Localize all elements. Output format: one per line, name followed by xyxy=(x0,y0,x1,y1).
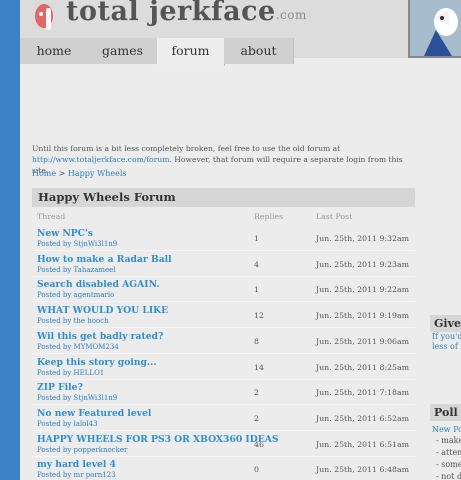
column-header-replies: Replies xyxy=(254,212,284,221)
tab-home[interactable]: home xyxy=(20,38,89,64)
thread-row[interactable]: Keep this story going... Posted by HELLO… xyxy=(32,355,415,380)
tab-about[interactable]: about xyxy=(224,38,294,64)
poll-link[interactable]: New Po xyxy=(430,425,461,435)
give-feedback-text-2[interactable]: less of m xyxy=(430,342,461,352)
thread-last-post: Jun. 25th, 2011 9:06am xyxy=(316,337,410,346)
thread-author[interactable]: Posted by lalol43 xyxy=(37,420,98,428)
thread-author[interactable]: Posted by mr porn123 xyxy=(37,471,116,479)
thread-row[interactable]: No new Featured level Posted by lalol43 … xyxy=(32,406,415,431)
give-feedback-box: Give F If you'd l less of m xyxy=(430,315,461,352)
thread-last-post: Jun. 25th, 2011 6:48am xyxy=(316,465,410,474)
tab-games-label: games xyxy=(101,43,144,58)
thread-author[interactable]: Posted by the hooch xyxy=(37,317,109,325)
thread-title[interactable]: New NPC's xyxy=(37,228,93,239)
thread-replies: 1 xyxy=(254,285,259,294)
thread-last-post: Jun. 25th, 2011 9:19am xyxy=(316,311,410,320)
thread-row[interactable]: my hard level 4 Posted by mr porn123 0 J… xyxy=(32,457,415,480)
tab-forum-label: forum xyxy=(171,43,210,58)
thread-replies: 2 xyxy=(254,388,259,397)
thread-author[interactable]: Posted by StjnWi3l1n9 xyxy=(37,394,117,402)
thread-last-post: Jun. 25th, 2011 9:23am xyxy=(316,260,410,269)
thread-last-post: Jun. 25th, 2011 6:51am xyxy=(316,440,410,449)
site-logo[interactable]: total jerkface.com xyxy=(66,0,307,27)
thread-title[interactable]: Search disabled AGAIN. xyxy=(37,279,160,290)
thread-replies: 0 xyxy=(254,465,259,474)
poll-box: Poll New Po - make - atten - some - not … xyxy=(430,404,461,480)
breadcrumb-home[interactable]: Home xyxy=(32,169,56,178)
thread-row[interactable]: HAPPY WHEELS FOR PS3 OR XBOX360 IDEAS Po… xyxy=(32,432,415,457)
column-header-thread: Thread xyxy=(37,212,66,221)
column-header-last-post: Last Post xyxy=(316,212,353,221)
thread-row[interactable]: WHAT WOULD YOU LIKE Posted by the hooch … xyxy=(32,303,415,328)
thread-row[interactable]: Wil this get badly rated? Posted by MYMO… xyxy=(32,329,415,354)
logo-domain: .com xyxy=(275,8,307,22)
thread-replies: 8 xyxy=(254,337,259,346)
breadcrumb: Home > Happy Wheels xyxy=(32,169,126,178)
poll-heading: Poll xyxy=(430,404,461,421)
thread-author[interactable]: Posted by popperknocker xyxy=(37,446,127,454)
logo-text: total jerkface xyxy=(66,0,276,27)
thread-row[interactable]: ZIP File? Posted by StjnWi3l1n9 2 Jun. 2… xyxy=(32,380,415,405)
thread-replies: 1 xyxy=(254,234,259,243)
poll-option[interactable]: - some xyxy=(430,459,461,471)
tab-home-label: home xyxy=(36,43,72,58)
thread-last-post: Jun. 25th, 2011 9:32am xyxy=(316,234,410,243)
thread-author[interactable]: Posted by agentmario xyxy=(37,291,114,299)
thread-last-post: Jun. 25th, 2011 6:52am xyxy=(316,414,410,423)
thread-author[interactable]: Posted by HELLO1 xyxy=(37,369,104,377)
thread-title[interactable]: How to make a Radar Ball xyxy=(37,254,172,265)
notice-text: Until this forum is a bit less completel… xyxy=(32,144,341,153)
thread-title[interactable]: ZIP File? xyxy=(37,382,83,393)
tab-forum[interactable]: forum xyxy=(157,38,225,66)
thread-title[interactable]: my hard level 4 xyxy=(37,459,116,470)
thread-replies: 46 xyxy=(254,440,264,449)
poll-option[interactable]: - atten xyxy=(430,447,461,459)
thread-row[interactable]: New NPC's Posted by StjnWi3l1n9 1 Jun. 2… xyxy=(32,226,415,251)
breadcrumb-current[interactable]: Happy Wheels xyxy=(68,169,127,178)
thread-title[interactable]: No new Featured level xyxy=(37,408,151,419)
thread-title[interactable]: HAPPY WHEELS FOR PS3 OR XBOX360 IDEAS xyxy=(37,434,278,445)
thread-last-post: Jun. 25th, 2011 7:18am xyxy=(316,388,410,397)
main-nav: home games forum about xyxy=(20,38,461,66)
thread-author[interactable]: Posted by Tahazameel xyxy=(37,266,116,274)
thread-author[interactable]: Posted by StjnWi3l1n9 xyxy=(37,240,117,248)
give-feedback-heading: Give F xyxy=(430,315,461,332)
thread-title[interactable]: WHAT WOULD YOU LIKE xyxy=(37,305,168,316)
thread-author[interactable]: Posted by MYMOM234 xyxy=(37,343,119,351)
tab-about-label: about xyxy=(240,43,277,58)
page-left-border xyxy=(0,0,20,480)
forum-title: Happy Wheels Forum xyxy=(32,188,415,207)
thread-last-post: Jun. 25th, 2011 9:22am xyxy=(316,285,410,294)
tab-games[interactable]: games xyxy=(88,38,158,64)
old-forum-link[interactable]: http://www.totaljerkface.com/forum xyxy=(32,155,169,164)
thread-replies: 14 xyxy=(254,363,264,372)
thread-row[interactable]: Search disabled AGAIN. Posted by agentma… xyxy=(32,277,415,302)
thread-replies: 12 xyxy=(254,311,264,320)
thread-replies: 4 xyxy=(254,260,259,269)
poll-option[interactable]: - not d xyxy=(430,471,461,480)
logo-mascot-icon xyxy=(35,4,53,30)
thread-title[interactable]: Keep this story going... xyxy=(37,357,157,368)
give-feedback-text[interactable]: If you'd l xyxy=(430,332,461,342)
thread-last-post: Jun. 25th, 2011 8:25am xyxy=(316,363,410,372)
poll-option[interactable]: - make xyxy=(430,435,461,447)
thread-title[interactable]: Wil this get badly rated? xyxy=(37,331,163,342)
breadcrumb-separator: > xyxy=(56,169,68,178)
thread-replies: 2 xyxy=(254,414,259,423)
page-container: total jerkface.com home games forum abou… xyxy=(20,0,461,480)
thread-row[interactable]: How to make a Radar Ball Posted by Tahaz… xyxy=(32,252,415,277)
